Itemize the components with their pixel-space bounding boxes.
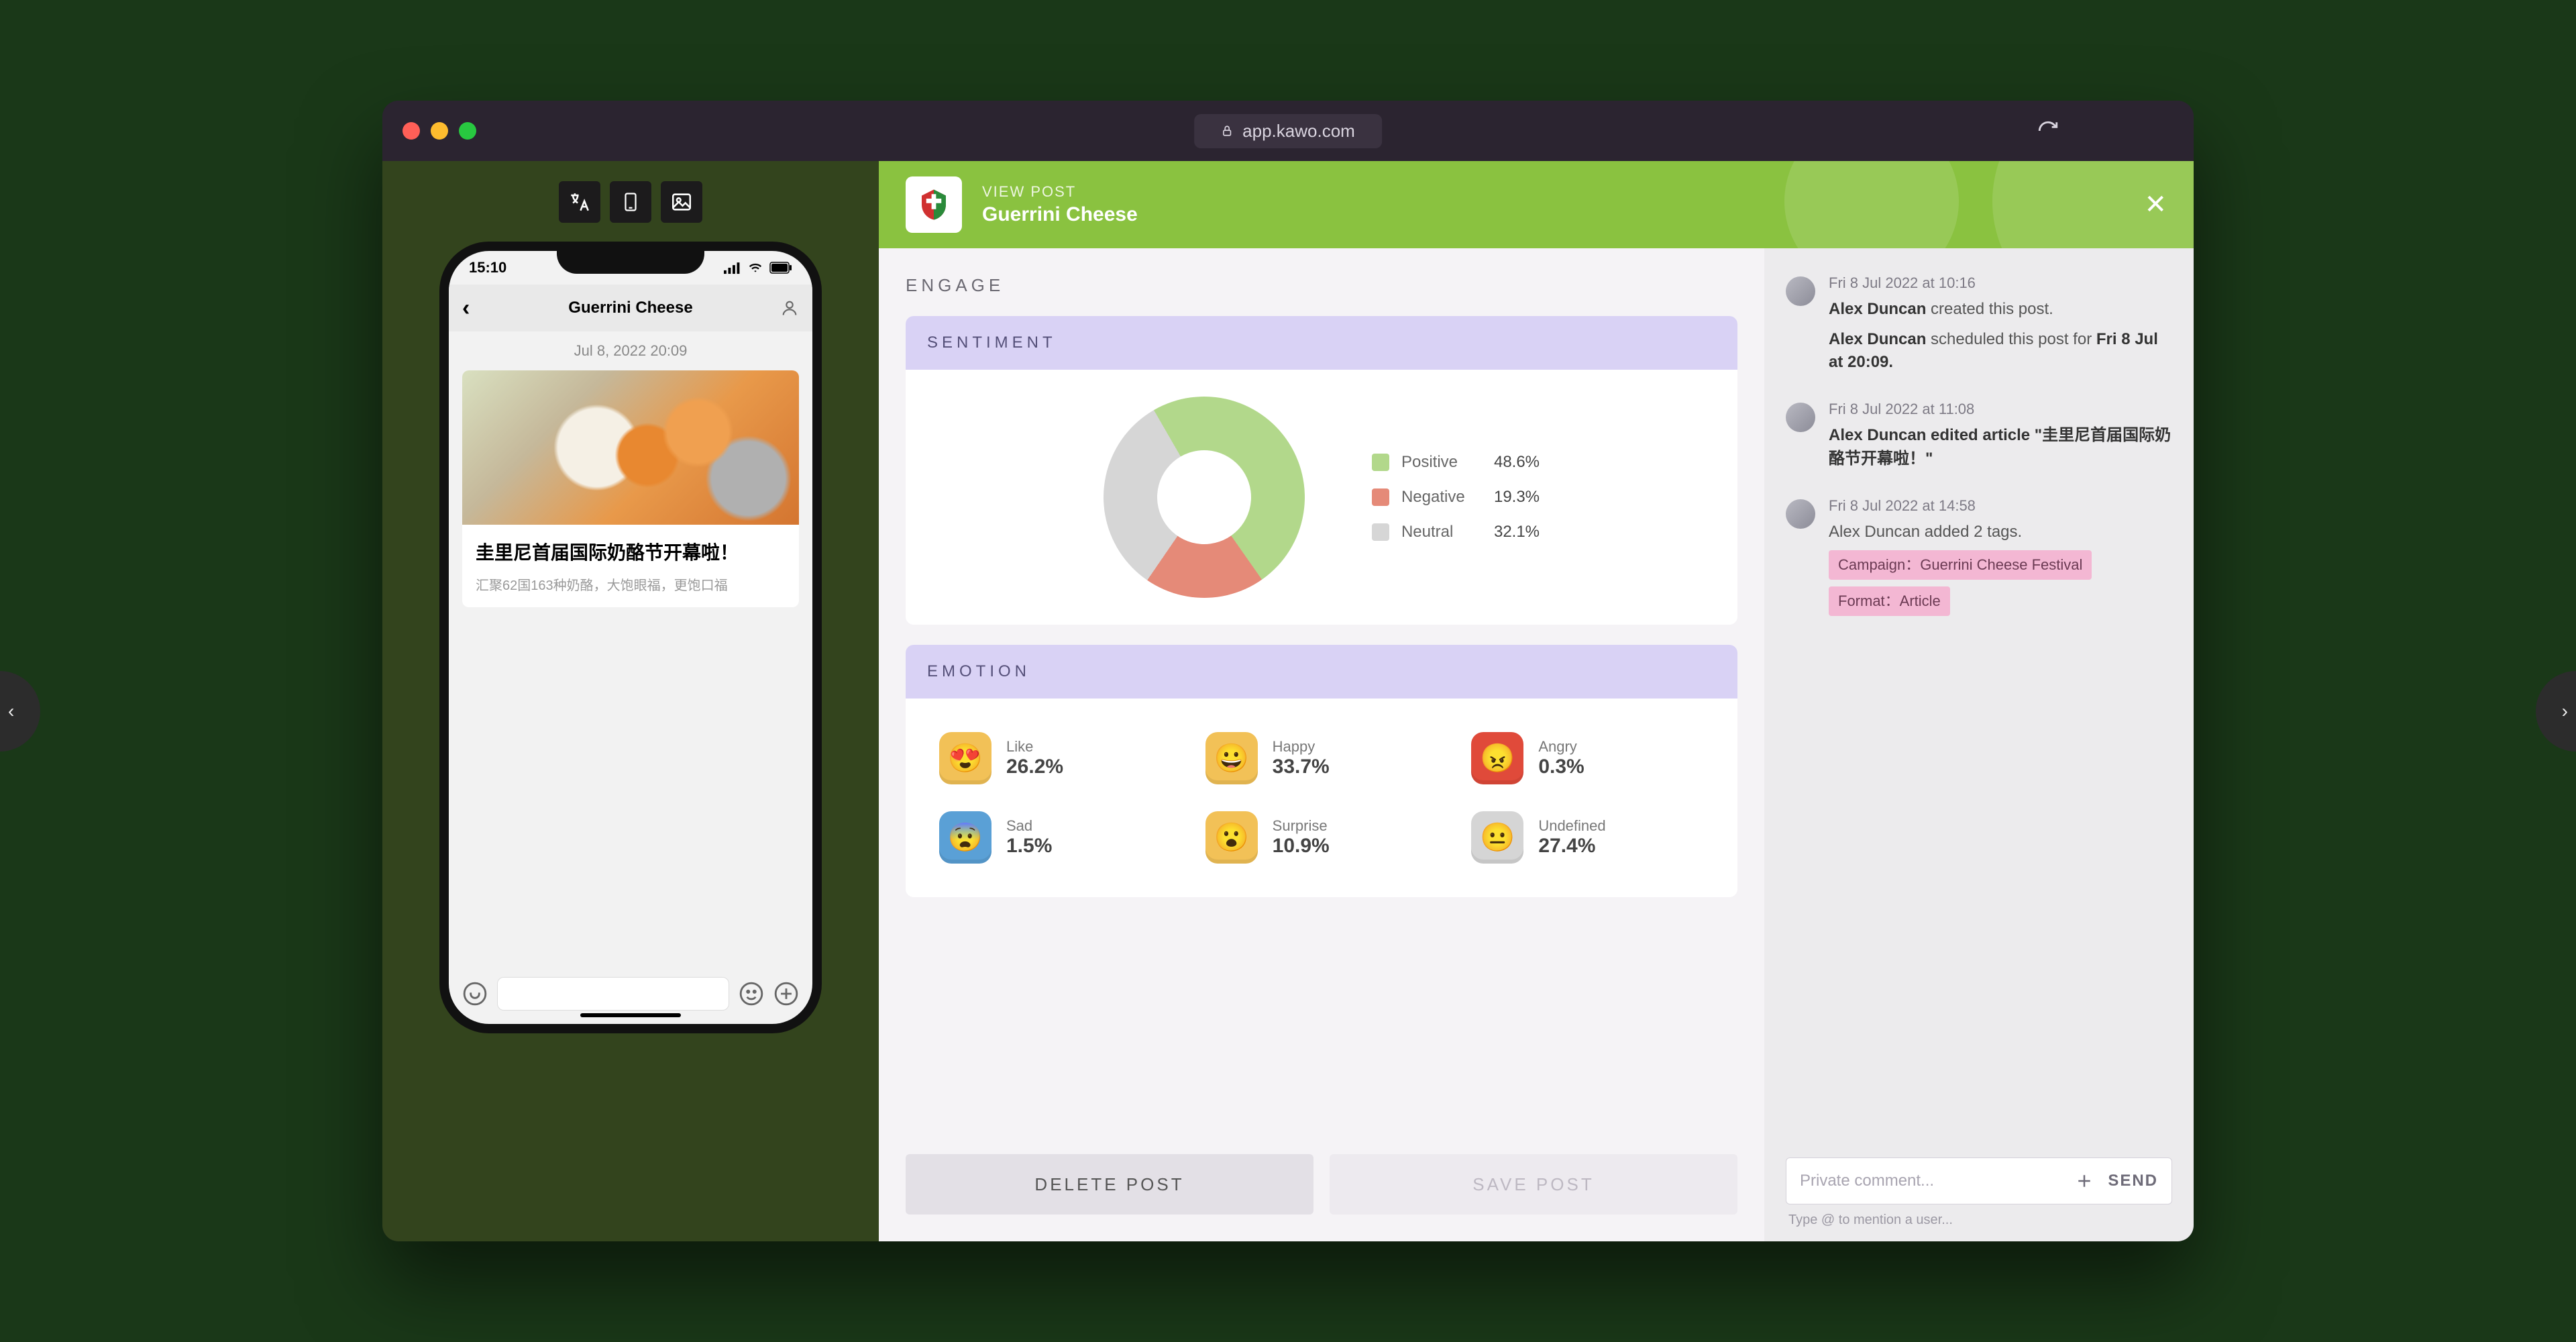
save-post-button[interactable]: SAVE POST <box>1330 1154 1737 1215</box>
tag-format[interactable]: Format：Article <box>1829 586 1950 616</box>
main-panel: VIEW POST Guerrini Cheese ✕ ENGAGE SENTI… <box>879 161 2194 1241</box>
emotion-heading: EMOTION <box>906 645 1737 699</box>
emotion-angry: 😠 Angry0.3% <box>1471 732 1704 784</box>
preview-toolbar <box>559 181 702 223</box>
phone-notch <box>557 251 704 274</box>
comment-box: Private comment... SEND <box>1786 1157 2172 1204</box>
plus-icon[interactable] <box>773 981 799 1007</box>
activity-feed: Fri 8 Jul 2022 at 10:16 Alex Duncan crea… <box>1786 272 2172 1141</box>
emoji-angry-icon: 😠 <box>1471 732 1523 784</box>
emoji-sad-icon: 😨 <box>939 811 991 864</box>
post-timestamp: Jul 8, 2022 20:09 <box>449 331 812 370</box>
page-title: Guerrini Cheese <box>982 203 1138 226</box>
legend-negative: Negative 19.3% <box>1372 488 1540 507</box>
emotion-undefined: 😐 Undefined27.4% <box>1471 811 1704 864</box>
sentiment-heading: SENTIMENT <box>906 316 1737 370</box>
sentiment-donut-chart <box>1067 360 1342 625</box>
image-button[interactable] <box>661 181 702 223</box>
translate-button[interactable] <box>559 181 600 223</box>
phone-nav: ‹ Guerrini Cheese <box>449 285 812 331</box>
battery-icon <box>769 262 792 274</box>
swatch-negative <box>1372 488 1389 506</box>
emoji-undefined-icon: 😐 <box>1471 811 1523 864</box>
activity-tagged: Fri 8 Jul 2022 at 14:58 Alex Duncan adde… <box>1786 495 2172 616</box>
emotion-like: 😍 Like26.2% <box>939 732 1172 784</box>
device-button[interactable] <box>610 181 651 223</box>
activity-edited: Fri 8 Jul 2022 at 11:08 Alex Duncan edit… <box>1786 399 2172 470</box>
emotion-happy: 😀 Happy33.7% <box>1205 732 1438 784</box>
tag-campaign[interactable]: Campaign：Guerrini Cheese Festival <box>1829 550 2092 580</box>
phone-status-icons <box>724 261 792 274</box>
mention-hint: Type @ to mention a user... <box>1786 1204 2172 1241</box>
sentiment-legend: Positive 48.6% Negative 19.3% <box>1372 453 1540 541</box>
avatar <box>1786 499 1815 529</box>
window-maximize-button[interactable] <box>459 122 476 140</box>
lock-icon <box>1221 123 1233 138</box>
brand-logo <box>906 176 962 233</box>
add-attachment-icon[interactable] <box>2074 1171 2094 1191</box>
traffic-lights <box>402 122 476 140</box>
voice-icon[interactable] <box>462 981 488 1007</box>
translate-icon <box>568 191 591 213</box>
emotion-surprise: 😮 Surprise10.9% <box>1205 811 1438 864</box>
home-indicator <box>580 1013 681 1017</box>
app-body: ‹ 15:10 <box>382 161 2194 1241</box>
person-icon[interactable] <box>780 299 799 317</box>
article-card[interactable]: 圭里尼首届国际奶酪节开幕啦！ 汇聚62国163种奶酪，大饱眼福，更饱口福 <box>462 370 799 607</box>
activity-created: Fri 8 Jul 2022 at 10:16 Alex Duncan crea… <box>1786 272 2172 374</box>
swatch-neutral <box>1372 523 1389 541</box>
preview-panel: 15:10 ‹ Guerrini Cheese Jul 8, 2022 20:0… <box>382 161 879 1241</box>
avatar <box>1786 403 1815 432</box>
header-eyebrow: VIEW POST <box>982 183 1138 201</box>
phone-back-button[interactable]: ‹ <box>462 295 470 321</box>
emotion-card: EMOTION 😍 Like26.2% 😀 Happy33.7% <box>906 645 1737 897</box>
legend-positive: Positive 48.6% <box>1372 453 1540 472</box>
swatch-positive <box>1372 454 1389 471</box>
send-button[interactable]: SEND <box>2108 1172 2158 1190</box>
section-engage-label: ENGAGE <box>906 275 1737 296</box>
url-bar[interactable]: app.kawo.com <box>1194 114 1382 148</box>
engage-column: ENGAGE SENTIMENT Positive 48.6% <box>879 248 1764 1241</box>
emoji-happy-icon: 😀 <box>1205 732 1258 784</box>
phone-screen: 15:10 ‹ Guerrini Cheese Jul 8, 2022 20:0… <box>449 251 812 1024</box>
legend-neutral: Neutral 32.1% <box>1372 523 1540 541</box>
wifi-icon <box>747 261 764 274</box>
delete-post-button[interactable]: DELETE POST <box>906 1154 1313 1215</box>
window-close-button[interactable] <box>402 122 420 140</box>
sentiment-card: SENTIMENT Positive 48.6% <box>906 316 1737 625</box>
emotion-sad: 😨 Sad1.5% <box>939 811 1172 864</box>
phone-time: 15:10 <box>469 259 506 276</box>
article-title: 圭里尼首届国际奶酪节开幕啦！ <box>476 538 786 565</box>
emoji-icon[interactable] <box>739 981 764 1007</box>
emoji-like-icon: 😍 <box>939 732 991 784</box>
window-minimize-button[interactable] <box>431 122 448 140</box>
reload-icon[interactable] <box>2037 119 2059 142</box>
avatar <box>1786 276 1815 306</box>
url-text: app.kawo.com <box>1242 121 1355 142</box>
device-icon <box>621 191 641 213</box>
activity-column: Fri 8 Jul 2022 at 10:16 Alex Duncan crea… <box>1764 248 2194 1241</box>
emoji-surprise-icon: 😮 <box>1205 811 1258 864</box>
phone-mockup: 15:10 ‹ Guerrini Cheese Jul 8, 2022 20:0… <box>439 242 822 1033</box>
browser-titlebar: app.kawo.com <box>382 101 2194 161</box>
article-subtitle: 汇聚62国163种奶酪，大饱眼福，更饱口福 <box>476 574 786 594</box>
article-image <box>462 370 799 525</box>
signal-icon <box>724 261 741 274</box>
phone-nav-title: Guerrini Cheese <box>568 299 692 317</box>
comment-input[interactable]: Private comment... <box>1800 1172 2061 1190</box>
close-button[interactable]: ✕ <box>2144 189 2167 220</box>
post-header: VIEW POST Guerrini Cheese ✕ <box>879 161 2194 248</box>
message-input[interactable] <box>497 977 729 1011</box>
image-icon <box>670 191 693 213</box>
browser-window: app.kawo.com ‹ 15:10 <box>382 101 2194 1241</box>
